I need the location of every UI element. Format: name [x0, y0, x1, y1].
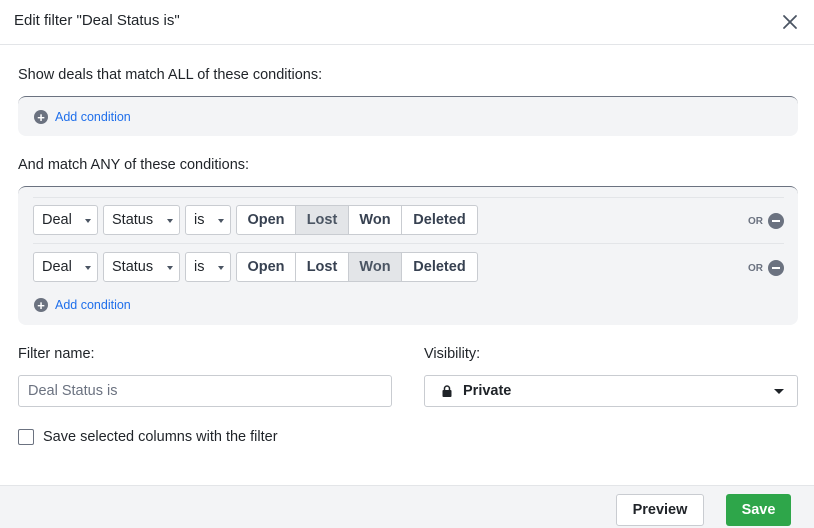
- plus-circle-icon: +: [34, 110, 48, 124]
- filter-name-label: Filter name:: [18, 346, 95, 362]
- all-conditions-label: Show deals that match ALL of these condi…: [18, 67, 323, 83]
- visibility-label: Visibility:: [424, 346, 481, 362]
- operator-select-value: is: [194, 259, 205, 275]
- visibility-select[interactable]: Private: [424, 375, 798, 407]
- field-select[interactable]: Status: [103, 205, 180, 235]
- row-divider: [33, 197, 784, 198]
- caret-down-icon: [167, 266, 173, 270]
- status-option-won[interactable]: Won: [349, 253, 402, 281]
- caret-down-icon: [167, 219, 173, 223]
- save-columns-option: Save selected columns with the filter: [18, 429, 278, 445]
- close-icon[interactable]: [780, 12, 800, 32]
- condition-row: Deal Status is Open Lost Won Deleted OR: [33, 252, 784, 284]
- lock-icon: [442, 385, 452, 397]
- minus-circle-icon: [768, 213, 784, 229]
- dialog-header: Edit filter "Deal Status is": [0, 0, 814, 45]
- operator-select[interactable]: is: [185, 252, 231, 282]
- or-label: OR: [748, 215, 763, 227]
- status-segmented-control: Open Lost Won Deleted: [236, 205, 478, 235]
- caret-down-icon: [218, 266, 224, 270]
- object-select[interactable]: Deal: [33, 205, 98, 235]
- caret-down-icon: [774, 389, 784, 394]
- row-divider: [33, 243, 784, 244]
- condition-row: Deal Status is Open Lost Won Deleted OR: [33, 205, 784, 237]
- object-select[interactable]: Deal: [33, 252, 98, 282]
- field-select-value: Status: [112, 259, 154, 275]
- add-condition-all-button[interactable]: + Add condition: [34, 110, 131, 124]
- visibility-value: Private: [463, 383, 512, 399]
- status-option-deleted[interactable]: Deleted: [402, 253, 477, 281]
- status-option-lost[interactable]: Lost: [296, 253, 349, 281]
- status-option-lost[interactable]: Lost: [296, 206, 349, 234]
- all-conditions-panel: + Add condition: [18, 96, 798, 136]
- filter-name-input[interactable]: [18, 375, 392, 407]
- operator-select-value: is: [194, 212, 205, 228]
- add-condition-any-button[interactable]: + Add condition: [34, 298, 131, 312]
- save-columns-checkbox[interactable]: [18, 429, 34, 445]
- status-segmented-control: Open Lost Won Deleted: [236, 252, 478, 282]
- add-condition-label: Add condition: [55, 110, 131, 124]
- status-option-won[interactable]: Won: [349, 206, 402, 234]
- plus-circle-icon: +: [34, 298, 48, 312]
- status-option-open[interactable]: Open: [237, 206, 296, 234]
- remove-condition-button[interactable]: OR: [748, 213, 784, 229]
- preview-button[interactable]: Preview: [616, 494, 704, 526]
- field-select[interactable]: Status: [103, 252, 180, 282]
- dialog-footer: Preview Save: [0, 485, 814, 528]
- object-select-value: Deal: [42, 212, 72, 228]
- object-select-value: Deal: [42, 259, 72, 275]
- any-conditions-label: And match ANY of these conditions:: [18, 157, 250, 173]
- or-label: OR: [748, 262, 763, 274]
- add-condition-label: Add condition: [55, 298, 131, 312]
- status-option-open[interactable]: Open: [237, 253, 296, 281]
- caret-down-icon: [85, 266, 91, 270]
- save-columns-label: Save selected columns with the filter: [43, 429, 278, 445]
- any-conditions-panel: Deal Status is Open Lost Won Deleted OR …: [18, 186, 798, 325]
- caret-down-icon: [218, 219, 224, 223]
- operator-select[interactable]: is: [185, 205, 231, 235]
- remove-condition-button[interactable]: OR: [748, 260, 784, 276]
- minus-circle-icon: [768, 260, 784, 276]
- save-button[interactable]: Save: [726, 494, 791, 526]
- dialog-title: Edit filter "Deal Status is": [14, 12, 180, 29]
- field-select-value: Status: [112, 212, 154, 228]
- caret-down-icon: [85, 219, 91, 223]
- status-option-deleted[interactable]: Deleted: [402, 206, 477, 234]
